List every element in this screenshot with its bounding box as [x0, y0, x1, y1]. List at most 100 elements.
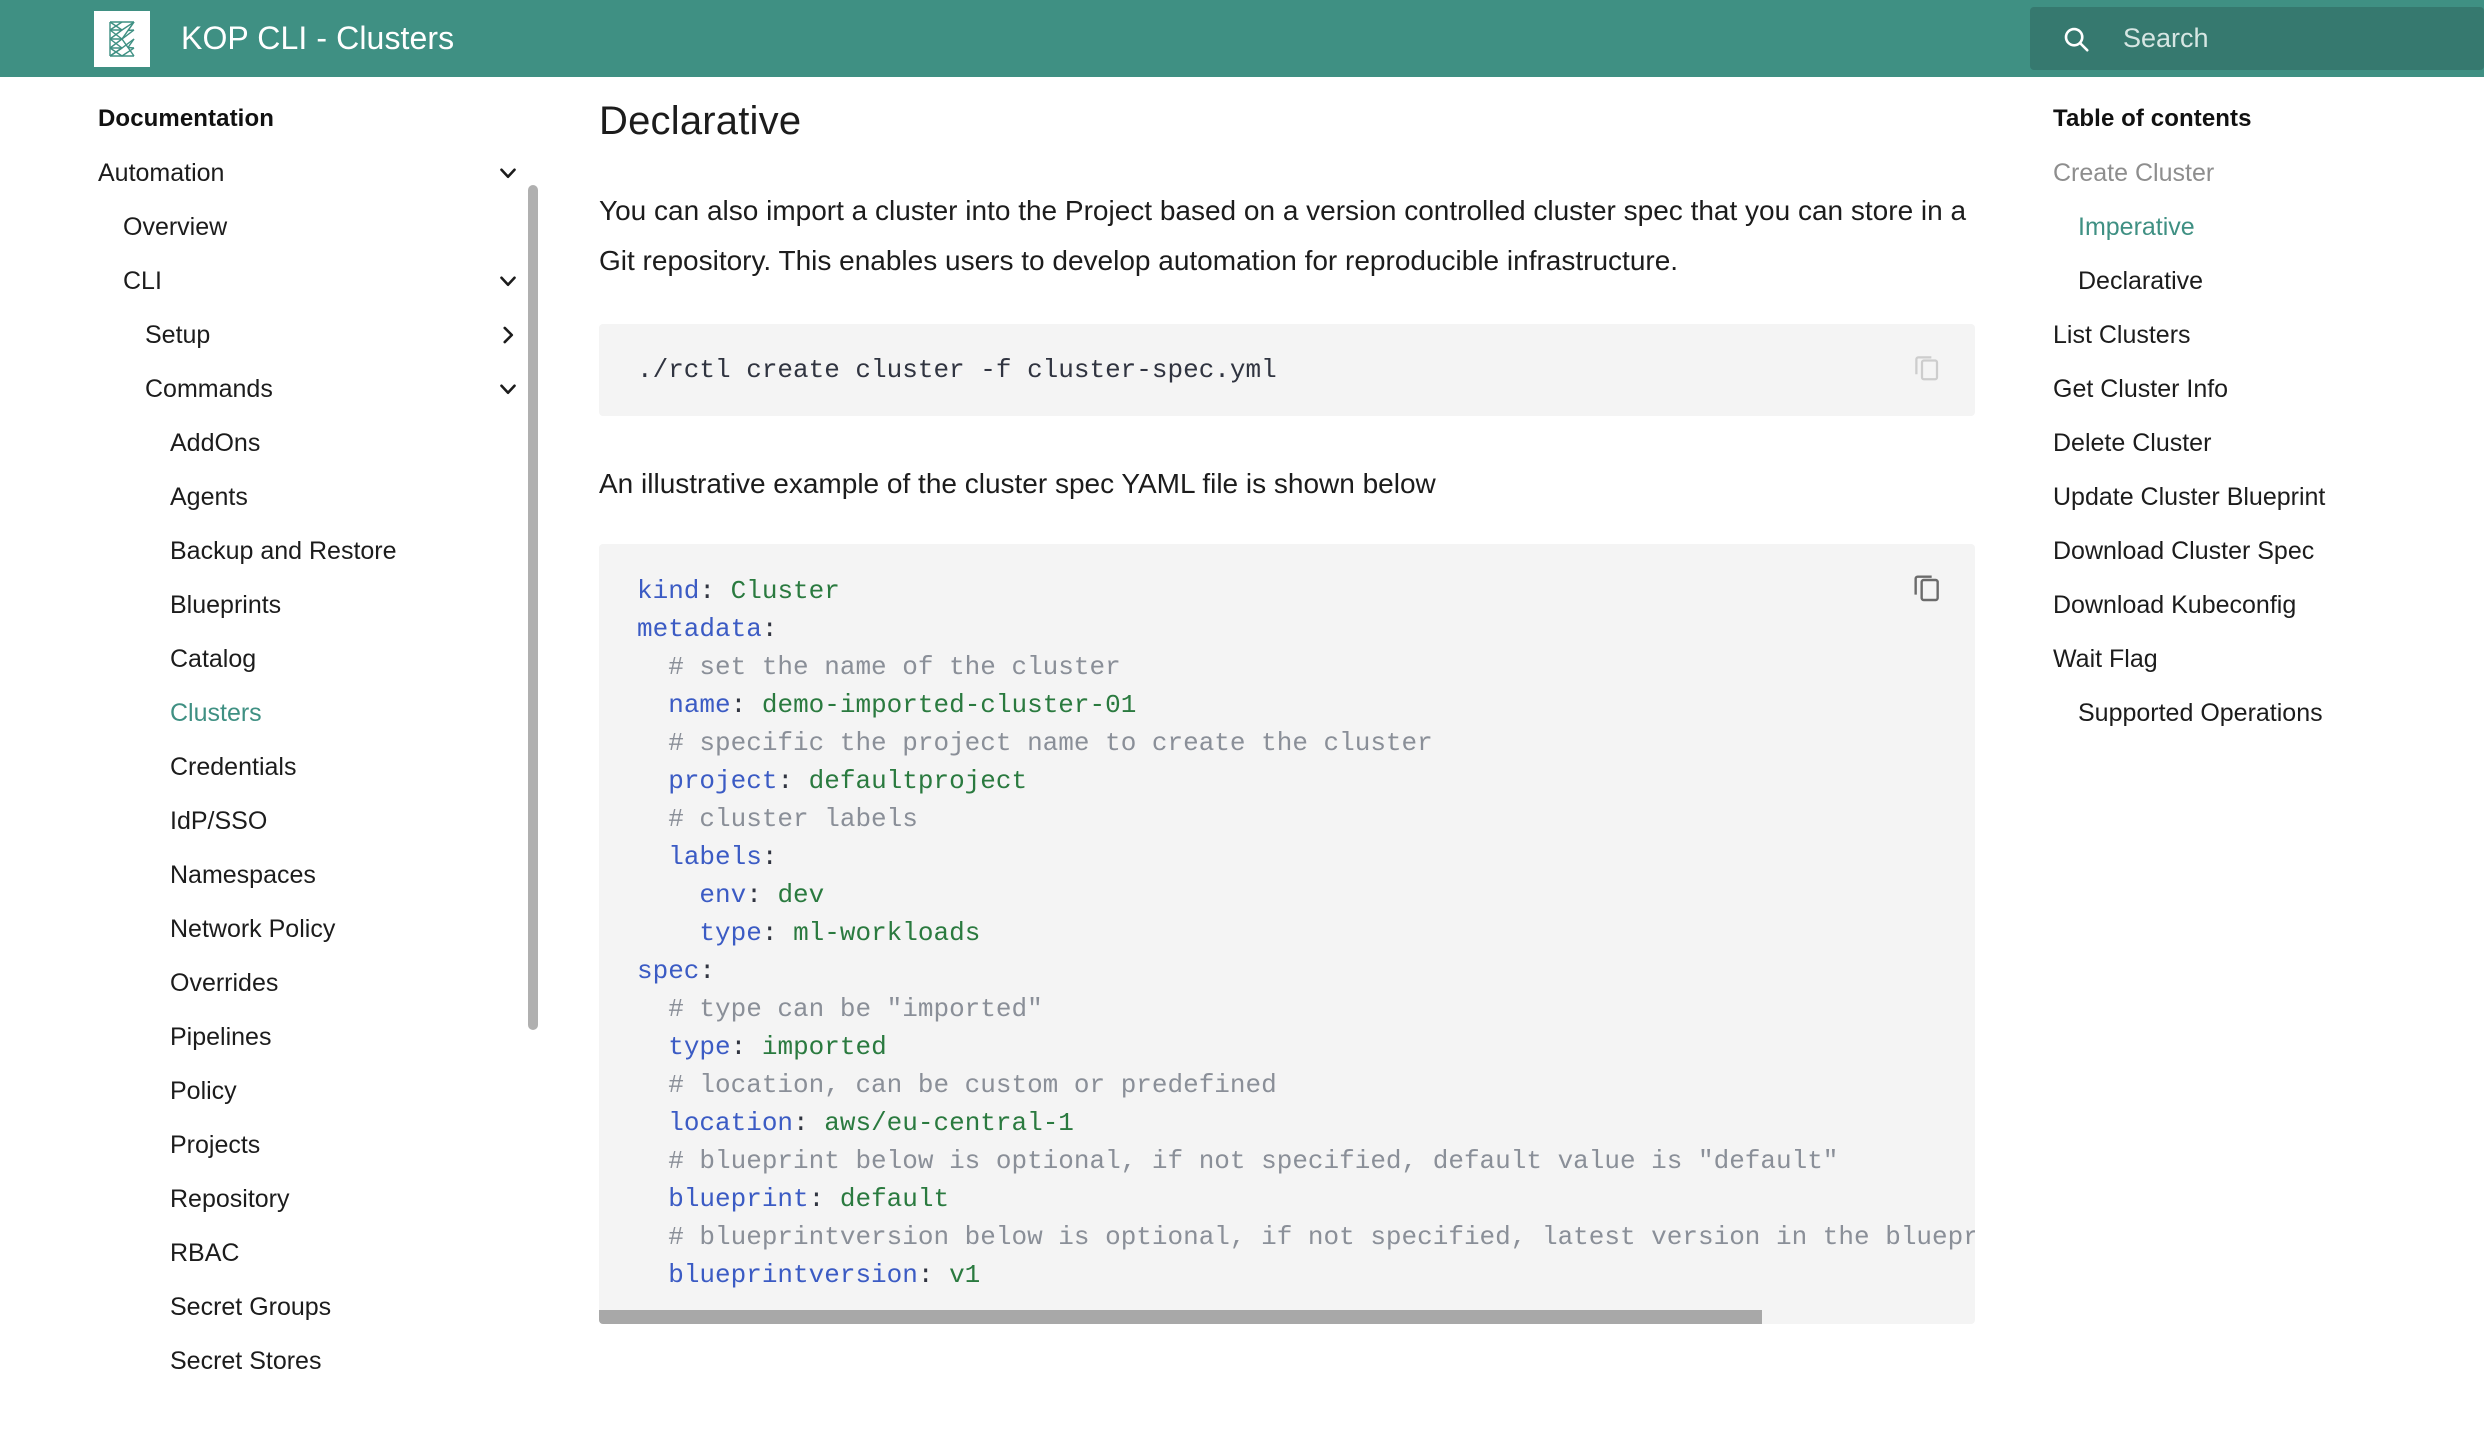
main-content: Declarative You can also import a cluste…	[548, 77, 2030, 1432]
sidebar-item-label: AddOns	[170, 428, 261, 457]
yaml-caption: An illustrative example of the cluster s…	[599, 468, 1436, 499]
no-chevron	[490, 1019, 526, 1055]
primary-navigation: Documentation Automation Overview CLI Setup…	[0, 77, 548, 1432]
yaml-code-block: kind: Cluster metadata: # set the name o…	[599, 544, 1975, 1324]
toc-item-supported-operations[interactable]: Supported Operations	[2053, 686, 2484, 740]
copy-icon[interactable]	[1905, 566, 1949, 610]
chevron-down-icon[interactable]	[490, 263, 526, 299]
sidebar-item-rbac[interactable]: RBAC	[98, 1226, 548, 1280]
sidebar-item-label: Blueprints	[170, 590, 282, 619]
sidebar-item-clusters[interactable]: Clusters	[98, 686, 548, 740]
yaml-scrollbar-thumb[interactable]	[599, 1310, 1762, 1324]
yaml-code-text: kind: Cluster metadata: # set the name o…	[637, 576, 1975, 1290]
intro-paragraph: You can also import a cluster into the P…	[599, 195, 1967, 276]
sidebar-item-label: Automation	[98, 158, 225, 187]
page-title: KOP CLI - Clusters	[181, 20, 455, 56]
section-heading: Declarative	[599, 99, 802, 143]
toc-item-list-clusters[interactable]: List Clusters	[2053, 308, 2484, 362]
yaml-horizontal-scrollbar[interactable]	[599, 1310, 1975, 1324]
search-input[interactable]	[2121, 22, 2451, 55]
site-logo[interactable]	[94, 10, 150, 67]
sidebar-item-blueprints[interactable]: Blueprints	[98, 578, 548, 632]
search-box[interactable]	[2030, 7, 2484, 70]
sidebar-item-label: CLI	[123, 266, 162, 295]
toc-item-list: Create Cluster Imperative Declarative List …	[2053, 146, 2484, 740]
no-chevron	[490, 479, 526, 515]
sidebar-item-addons[interactable]: AddOns	[98, 416, 548, 470]
sidebar-heading: Documentation	[98, 105, 274, 132]
sidebar-item-agents[interactable]: Agents	[98, 470, 548, 524]
sidebar-item-projects[interactable]: Projects	[98, 1118, 548, 1172]
app-header: KOP CLI - Clusters	[0, 0, 2484, 77]
sidebar-item-label: Secret Stores	[170, 1346, 322, 1375]
table-of-contents: Table of contents Create Cluster Imperati…	[2030, 77, 2484, 1432]
toc-item-wait-flag[interactable]: Wait Flag	[2053, 632, 2484, 686]
sidebar-item-repository[interactable]: Repository	[98, 1172, 548, 1226]
toc-item-delete-cluster[interactable]: Delete Cluster	[2053, 416, 2484, 470]
toc-heading: Table of contents	[2053, 105, 2252, 132]
sidebar-item-backup-and-restore[interactable]: Backup and Restore	[98, 524, 548, 578]
command-code-block: ./rctl create cluster -f cluster-spec.ym…	[599, 324, 1975, 416]
sidebar-item-policy[interactable]: Policy	[98, 1064, 548, 1118]
sidebar-item-cli[interactable]: CLI	[98, 254, 548, 308]
no-chevron	[490, 587, 526, 623]
toc-item-imperative[interactable]: Imperative	[2053, 200, 2484, 254]
sidebar-item-setup[interactable]: Setup	[98, 308, 548, 362]
sidebar-item-label: Backup and Restore	[170, 536, 397, 565]
sidebar-item-namespaces[interactable]: Namespaces	[98, 848, 548, 902]
sidebar-item-label: Overview	[123, 212, 228, 241]
sidebar-item-label: Namespaces	[170, 860, 316, 889]
toc-item-declarative[interactable]: Declarative	[2053, 254, 2484, 308]
sidebar-item-secret-groups[interactable]: Secret Groups	[98, 1280, 548, 1334]
no-chevron	[490, 1127, 526, 1163]
sidebar-item-label: Agents	[170, 482, 248, 511]
no-chevron	[490, 533, 526, 569]
sidebar-item-label: Network Policy	[170, 914, 336, 943]
sidebar-item-catalog[interactable]: Catalog	[98, 632, 548, 686]
sidebar-item-label: Setup	[145, 320, 211, 349]
toc-item-download-kubeconfig[interactable]: Download Kubeconfig	[2053, 578, 2484, 632]
sidebar-item-label: Pipelines	[170, 1022, 272, 1051]
no-chevron	[490, 1289, 526, 1325]
sidebar-item-label: RBAC	[170, 1238, 240, 1267]
sidebar-scrollbar[interactable]	[528, 185, 538, 1030]
sidebar-item-automation[interactable]: Automation	[98, 146, 548, 200]
toc-item-create-cluster[interactable]: Create Cluster	[2053, 146, 2484, 200]
no-chevron	[490, 695, 526, 731]
toc-item-download-cluster-spec[interactable]: Download Cluster Spec	[2053, 524, 2484, 578]
chevron-down-icon[interactable]	[490, 155, 526, 191]
sidebar-item-list: Automation Overview CLI Setup Commands AddOns…	[98, 146, 548, 1388]
no-chevron	[490, 965, 526, 1001]
command-code-text: ./rctl create cluster -f cluster-spec.ym…	[637, 355, 1277, 385]
sidebar-item-label: IdP/SSO	[170, 806, 268, 835]
sidebar-item-secret-stores[interactable]: Secret Stores	[98, 1334, 548, 1388]
sidebar-item-overrides[interactable]: Overrides	[98, 956, 548, 1010]
sidebar-item-label: Repository	[170, 1184, 290, 1213]
sidebar-item-network-policy[interactable]: Network Policy	[98, 902, 548, 956]
chevron-down-icon[interactable]	[490, 371, 526, 407]
copy-icon[interactable]	[1905, 346, 1949, 390]
sidebar-item-label: Overrides	[170, 968, 279, 997]
rafay-triangular-mesh-logo-icon	[109, 20, 135, 57]
toc-item-get-cluster-info[interactable]: Get Cluster Info	[2053, 362, 2484, 416]
sidebar-item-label: Credentials	[170, 752, 297, 781]
yaml-scroll-viewport[interactable]: kind: Cluster metadata: # set the name o…	[599, 544, 1975, 1296]
no-chevron	[490, 1181, 526, 1217]
no-chevron	[490, 1073, 526, 1109]
no-chevron	[490, 425, 526, 461]
chevron-right-icon[interactable]	[490, 317, 526, 353]
toc-item-update-cluster-blueprint[interactable]: Update Cluster Blueprint	[2053, 470, 2484, 524]
sidebar-item-overview[interactable]: Overview	[98, 200, 548, 254]
no-chevron	[490, 857, 526, 893]
no-chevron	[490, 641, 526, 677]
sidebar-item-label: Projects	[170, 1130, 261, 1159]
sidebar-item-label: Clusters	[170, 698, 262, 727]
sidebar-item-commands[interactable]: Commands	[98, 362, 548, 416]
no-chevron	[490, 911, 526, 947]
sidebar-item-credentials[interactable]: Credentials	[98, 740, 548, 794]
no-chevron	[490, 749, 526, 785]
no-chevron	[490, 1235, 526, 1271]
no-chevron	[490, 1343, 526, 1379]
sidebar-item-idp-sso[interactable]: IdP/SSO	[98, 794, 548, 848]
sidebar-item-pipelines[interactable]: Pipelines	[98, 1010, 548, 1064]
